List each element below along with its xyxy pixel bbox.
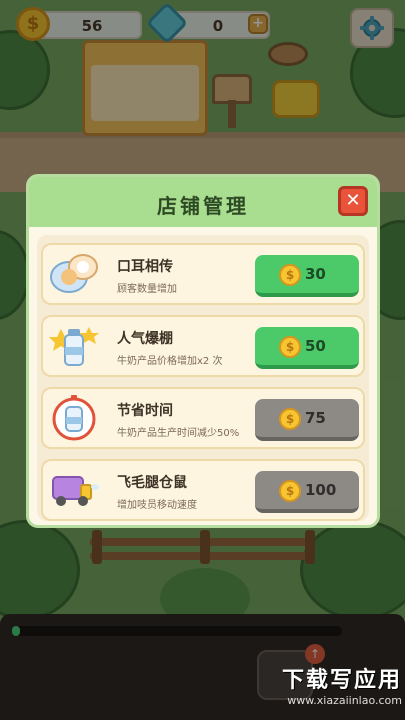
upgrade-card-speedy-hamster: 飞毛腿仓鼠 增加吱员移动速度 $ 100: [41, 459, 365, 521]
watermark-text: 下载写应用: [281, 668, 402, 693]
coin-icon: $: [279, 408, 301, 430]
coin-icon: $: [279, 480, 301, 502]
upgrade-price: 50: [305, 337, 326, 355]
speech-bubbles-icon: [49, 251, 99, 297]
upgrade-card-save-time: 节省时间 牛奶产品生产时间减少50% $ 75: [41, 387, 365, 449]
upgrade-list[interactable]: 口耳相传 顾客数量增加 $ 30 人气爆棚 牛奶产品价格增加x2 次 $ 50 …: [37, 235, 369, 521]
upgrade-description: 顾客数量增加: [117, 284, 177, 295]
milk-timer-icon: [49, 395, 99, 441]
coin-icon: $: [279, 264, 301, 286]
delivery-truck-icon: [49, 467, 99, 513]
shop-management-dialog: 店铺管理 ✕ 口耳相传 顾客数量增加 $ 30 人气爆棚 牛奶产品价格增加x2 …: [26, 174, 380, 528]
close-button[interactable]: ✕: [338, 186, 368, 216]
watermark: 下载写应用 www.xiazaiinlao.com: [232, 662, 402, 707]
buy-speedy-hamster-button[interactable]: $ 100: [255, 471, 359, 513]
upgrade-name: 人气爆棚: [117, 331, 173, 347]
buy-save-time-button[interactable]: $ 75: [255, 399, 359, 441]
upgrade-name: 口耳相传: [117, 259, 173, 275]
upgrade-name: 节省时间: [117, 403, 173, 419]
upgrade-card-popularity: 人气爆棚 牛奶产品价格增加x2 次 $ 50: [41, 315, 365, 377]
upgrade-price: 100: [305, 481, 337, 499]
dialog-title: 店铺管理: [157, 194, 249, 218]
upgrade-description: 牛奶产品生产时间减少50%: [117, 428, 240, 439]
upgrade-price: 30: [305, 265, 326, 283]
milk-stars-icon: [49, 323, 99, 369]
upgrade-price: 75: [305, 409, 326, 427]
buy-popularity-button[interactable]: $ 50: [255, 327, 359, 369]
upgrade-name: 飞毛腿仓鼠: [117, 475, 187, 491]
watermark-url: www.xiazaiinlao.com: [287, 694, 402, 707]
upgrade-card-word-of-mouth: 口耳相传 顾客数量增加 $ 30: [41, 243, 365, 305]
dialog-header: 店铺管理 ✕: [29, 177, 377, 227]
coin-icon: $: [279, 336, 301, 358]
buy-word-of-mouth-button[interactable]: $ 30: [255, 255, 359, 297]
upgrade-description: 增加吱员移动速度: [117, 500, 197, 511]
upgrade-description: 牛奶产品价格增加x2 次: [117, 356, 223, 367]
